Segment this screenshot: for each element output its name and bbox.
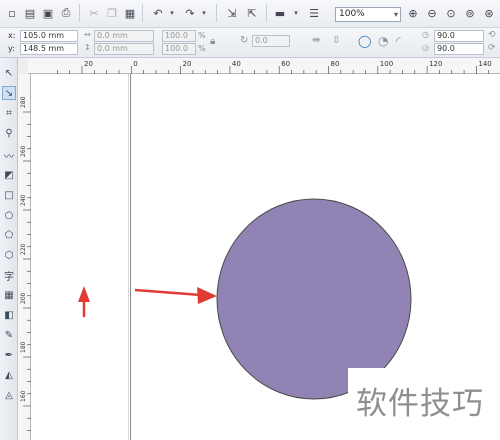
pick-tool-icon[interactable]: ↖ [2,66,16,80]
x-position-field[interactable]: 105.0 mm [20,30,78,42]
ruler-tick-label: 240 [20,194,27,206]
ruler-tick-label: 260 [20,145,27,157]
zoom-all-icon[interactable]: ⊚ [462,5,478,21]
vertical-ruler-ticks: 280 260 240 220 200 180 160 [20,96,31,431]
ellipse-mode-icon[interactable]: ◯ [358,34,371,48]
ruler-tick-label: 20 [183,60,192,68]
y-label: y: [8,44,15,53]
height-field[interactable]: 0.0 mm [94,43,154,55]
interactive-tool-icon[interactable]: ◧ [2,308,16,322]
width-icon: ↔ [84,30,91,39]
export-icon[interactable]: ⇱ [244,5,260,21]
app-launcher-icon[interactable]: ▬ [272,5,288,21]
save-icon[interactable]: ▣ [40,5,56,21]
ruler-tick-label: 220 [20,243,27,255]
zoom-out-icon[interactable]: ⊖ [424,5,440,21]
polygon-tool-icon[interactable]: ⬠ [2,228,16,242]
ruler-tick-label: 20 [84,60,93,68]
ruler-origin[interactable] [18,58,28,74]
percent-sign: % [198,31,206,40]
red-arrow-right [134,287,217,304]
copy-icon[interactable]: ❐ [104,5,120,21]
width-field[interactable]: 0.0 mm [94,30,154,42]
ruler-tick-label: 140 [478,60,491,68]
scale-y-field[interactable]: 100.0 [162,43,196,55]
percent-sign: % [198,44,206,53]
ruler-tick-label: 200 [20,292,27,304]
horizontal-ruler-ticks: 20 0 20 40 60 80 100 120 140 [57,60,492,74]
text-tool-icon[interactable]: 字 [2,268,16,283]
property-bar: x: 105.0 mm y: 148.5 mm ↔ 0.0 mm ↕ 0.0 m… [0,28,500,58]
smart-fill-icon[interactable]: ◩ [2,168,16,182]
start-angle-icon: ◷ [422,30,429,39]
ruler-tick-label: 40 [232,60,241,68]
direction-icon[interactable]: ⟲ [488,30,496,40]
ruler-tick-label: 280 [20,96,27,108]
separator [79,4,80,22]
paste-icon[interactable]: ▦ [122,5,138,21]
ruler-tick-label: 120 [429,60,442,68]
ruler-tick-label: 0 [133,60,137,68]
mirror-vertical-icon[interactable]: ⇳ [332,35,340,46]
print-icon[interactable]: ⎙ [58,5,74,21]
vertical-ruler[interactable]: 280 260 240 220 200 180 160 [18,74,31,440]
scale-x-field[interactable]: 100.0 [162,30,196,42]
zoom-level-value: 100% [339,9,365,19]
ruler-tick-label: 60 [281,60,290,68]
ruler-tick-label: 180 [20,341,27,353]
zoom-in-icon[interactable]: ⊕ [405,5,421,21]
redo-dropdown-icon[interactable]: ▾ [196,5,212,21]
ellipse-tool-icon[interactable]: ○ [2,208,16,222]
table-tool-icon[interactable]: ▦ [2,288,16,302]
outline-tool-icon[interactable]: ✒ [2,348,16,362]
basic-shapes-icon[interactable]: ⬡ [2,248,16,262]
separator [142,4,143,22]
zoom-level-select[interactable]: 100% ▾ [335,7,401,22]
arc-mode-icon[interactable]: ◜ [396,34,401,48]
y-position-field[interactable]: 148.5 mm [20,43,78,55]
lock-ratio-icon[interactable]: 🔒︎ [210,36,215,47]
zoom-selected-icon[interactable]: ⊙ [443,5,459,21]
end-angle-field[interactable]: 90.0 [434,43,484,55]
new-icon[interactable]: ▫ [4,5,20,21]
rectangle-tool-icon[interactable]: □ [2,188,16,202]
ruler-tick-label: 100 [380,60,393,68]
watermark-text: 软件技巧 [348,368,500,440]
fill-tool-icon[interactable]: ◭ [2,368,16,382]
x-label: x: [8,31,16,40]
open-icon[interactable]: ▤ [22,5,38,21]
standard-toolbar: ▫ ▤ ▣ ⎙ ✂ ❐ ▦ ↶ ▾ ↷ ▾ ⇲ ⇱ ▬ ▾ ☰ 100% ▾ ⊕… [0,0,500,28]
zoom-page-icon[interactable]: ⊛ [481,5,497,21]
red-arrow-up [78,286,90,317]
toolbox: ↖ ↘ ⌗ ⚲ 〰 ◩ □ ○ ⬠ ⬡ 字 ▦ ◧ ✎ ✒ ◭ ◬ [0,58,18,440]
mirror-horizontal-icon[interactable]: ⇹ [312,35,320,46]
to-curves-icon[interactable]: ⟳ [488,43,496,53]
ruler-tick-label: 160 [20,390,27,402]
chevron-down-icon: ▾ [393,10,398,19]
height-icon: ↕ [84,43,91,52]
interactive-fill-icon[interactable]: ◬ [2,388,16,402]
separator [266,4,267,22]
separator [216,4,217,22]
zoom-tool-icon[interactable]: ⚲ [2,126,16,140]
rotation-angle-field[interactable]: 0.0 [252,35,290,47]
undo-dropdown-icon[interactable]: ▾ [164,5,180,21]
launcher-dropdown-icon[interactable]: ▾ [288,5,304,21]
options-icon[interactable]: ☰ [306,5,322,21]
import-icon[interactable]: ⇲ [224,5,240,21]
start-angle-field[interactable]: 90.0 [434,30,484,42]
freehand-tool-icon[interactable]: 〰 [2,148,16,163]
rotate-icon: ↻ [240,35,249,46]
shape-tool-icon[interactable]: ↘ [2,86,16,100]
crop-tool-icon[interactable]: ⌗ [2,106,16,120]
end-angle-icon: ◶ [422,43,429,52]
horizontal-ruler[interactable]: 20 0 20 40 60 80 100 120 140 [28,58,500,74]
eyedropper-tool-icon[interactable]: ✎ [2,328,16,342]
pie-mode-icon[interactable]: ◔ [378,34,388,48]
ruler-tick-label: 80 [331,60,340,68]
cut-icon[interactable]: ✂ [86,5,102,21]
